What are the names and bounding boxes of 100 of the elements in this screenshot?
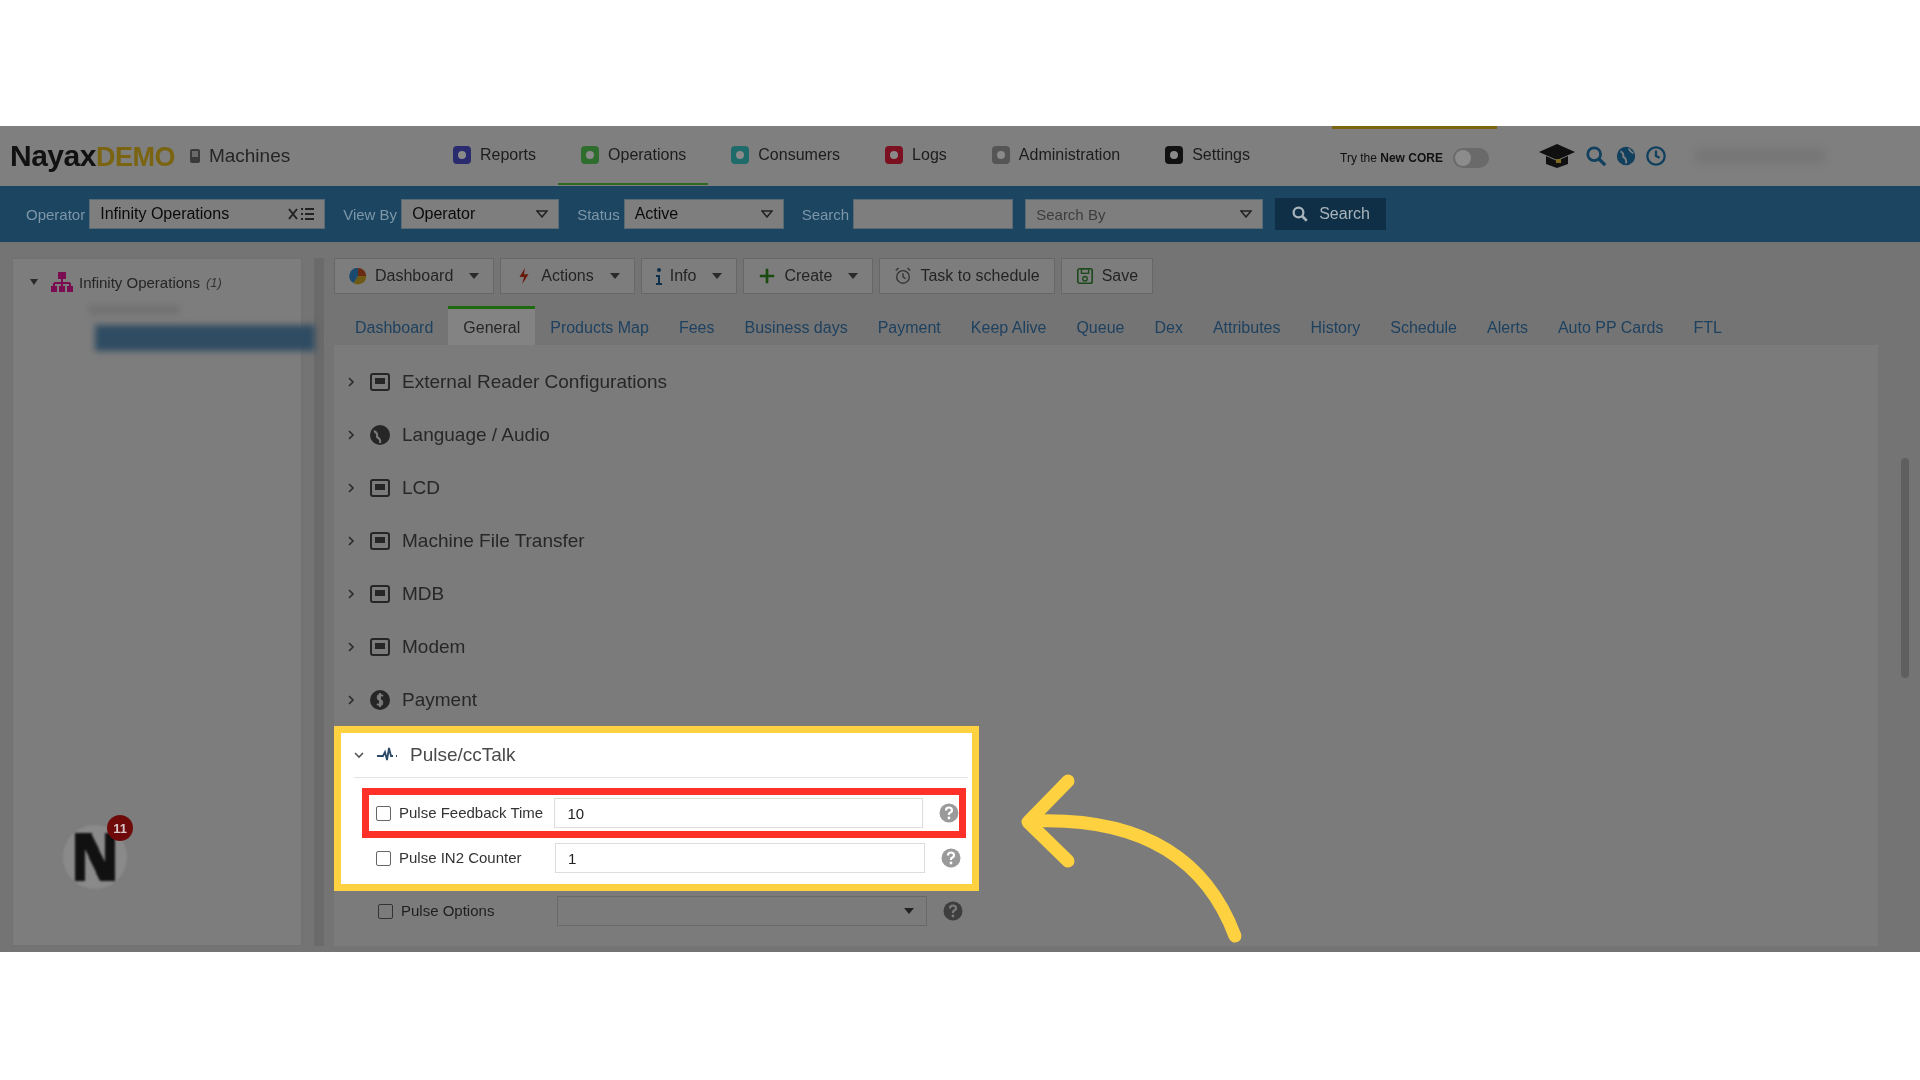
tab[interactable]: Keep Alive [955,306,1062,345]
section-title[interactable]: MDB [402,582,445,605]
hierarchy-icon [51,271,73,293]
chevron-icon[interactable] [346,694,356,705]
caret-icon [712,273,723,279]
tab[interactable]: Dex [1139,306,1198,345]
clear-list-icon[interactable] [288,207,315,221]
nav-tab[interactable]: Settings [1142,127,1272,185]
tab[interactable]: Business days [729,306,863,345]
nav-tab[interactable]: Reports [430,127,559,185]
product-name: Machines [208,145,291,167]
chevron-icon[interactable] [354,750,364,760]
chevron-icon[interactable] [346,535,356,546]
toolbar-button[interactable]: Dashboard [334,258,495,294]
checkbox[interactable] [376,805,391,821]
expand-caret-icon[interactable] [29,277,39,287]
field-label: Pulse Options [401,902,496,920]
section-title[interactable]: Payment [402,688,477,711]
checkbox[interactable] [376,850,391,866]
section-icon [368,687,392,712]
caret-icon [609,273,620,279]
clock-icon[interactable] [1644,145,1667,167]
tab[interactable]: Products Map [535,306,664,345]
section-title[interactable]: External Reader Configurations [402,370,668,393]
chevron-icon[interactable] [346,376,356,387]
tab[interactable]: Dashboard [340,306,449,345]
globe-icon[interactable] [1614,145,1637,167]
nav-tab[interactable]: Administration [968,127,1143,185]
search-field[interactable] [853,199,1014,229]
tree-item[interactable]: Infinity Operations [79,273,200,291]
filter-label: Operator [26,205,86,223]
caret-icon [1240,210,1253,218]
section-title[interactable]: Modem [402,635,466,658]
chevron-icon[interactable] [346,429,356,440]
tab[interactable]: General [448,306,536,345]
toolbar-button[interactable]: Info [640,258,738,294]
tab[interactable]: Payment [862,306,956,345]
toolbar-button[interactable]: Task to schedule [879,258,1055,294]
section-icon [368,422,392,447]
brand-logo: NayaxDEMO [10,139,175,173]
nav-icon [884,145,905,165]
help-icon[interactable] [939,803,959,823]
promo-text: Try the New CORE [1340,150,1443,165]
help-icon[interactable] [943,901,963,921]
help-icon[interactable] [941,848,961,868]
section-title[interactable]: LCD [402,476,440,499]
section-title[interactable]: Machine File Transfer [402,529,585,552]
chevron-icon[interactable] [346,588,356,599]
tab[interactable]: History [1295,306,1376,345]
nav-icon [1164,145,1185,165]
caret-icon [904,908,914,914]
nav-icon [990,145,1011,165]
toolbar-button[interactable]: Save [1060,258,1154,294]
tab[interactable]: Queue [1061,306,1140,345]
toggle-switch[interactable] [1452,147,1489,168]
tab[interactable]: Schedule [1375,306,1472,345]
plus-icon [758,267,777,285]
filter-label: View By [343,205,398,223]
nav-tab[interactable]: Logs [862,127,969,185]
info-icon [655,267,662,285]
save-icon [1075,267,1094,285]
field-label: Pulse Feedback Time [398,804,545,822]
nav-icon [580,145,601,165]
search-icon [1291,205,1310,223]
machine-icon [188,148,201,164]
filter-label: Search [801,205,850,223]
caret-icon [760,210,773,218]
search-button[interactable]: Search [1275,198,1386,230]
tab[interactable]: Fees [663,306,730,345]
caret-icon [848,273,859,279]
nav-icon [452,145,472,165]
section-title[interactable]: Language / Audio [402,423,550,446]
status-dropdown[interactable]: Active [623,199,784,229]
tab[interactable]: Attributes [1197,306,1296,345]
nav-icon [730,145,751,165]
field-label: Pulse IN2 Counter [399,849,523,867]
toolbar-button[interactable]: Create [743,258,874,294]
tree-item-count: (1) [205,274,222,290]
section-title[interactable]: Pulse/ccTalk [410,744,516,766]
chevron-icon[interactable] [346,482,356,493]
toolbar-button[interactable]: Actions [500,258,635,294]
operator-field[interactable]: Infinity Operations [89,199,326,229]
chevron-icon[interactable] [346,641,356,652]
caret-icon [536,210,549,218]
tab[interactable]: Alerts [1472,306,1543,345]
pie-chart-icon [349,267,367,285]
alarm-clock-icon [894,267,913,285]
checkbox[interactable] [378,903,393,919]
splitter-handle[interactable] [314,258,324,946]
view-by-dropdown[interactable]: Operator [401,199,560,229]
search-icon[interactable] [1584,145,1607,167]
notification-badge: 11 [107,815,133,841]
tab[interactable]: FTL [1678,306,1737,345]
input-field[interactable]: 10 [554,798,924,828]
input-field[interactable]: 1 [555,843,925,873]
tab[interactable]: Auto PP Cards [1542,306,1679,345]
input-field[interactable] [557,896,927,926]
filter-label: Status [577,205,620,223]
nav-tab[interactable]: Consumers [708,127,863,185]
search-by-dropdown[interactable]: Search By [1025,199,1264,229]
